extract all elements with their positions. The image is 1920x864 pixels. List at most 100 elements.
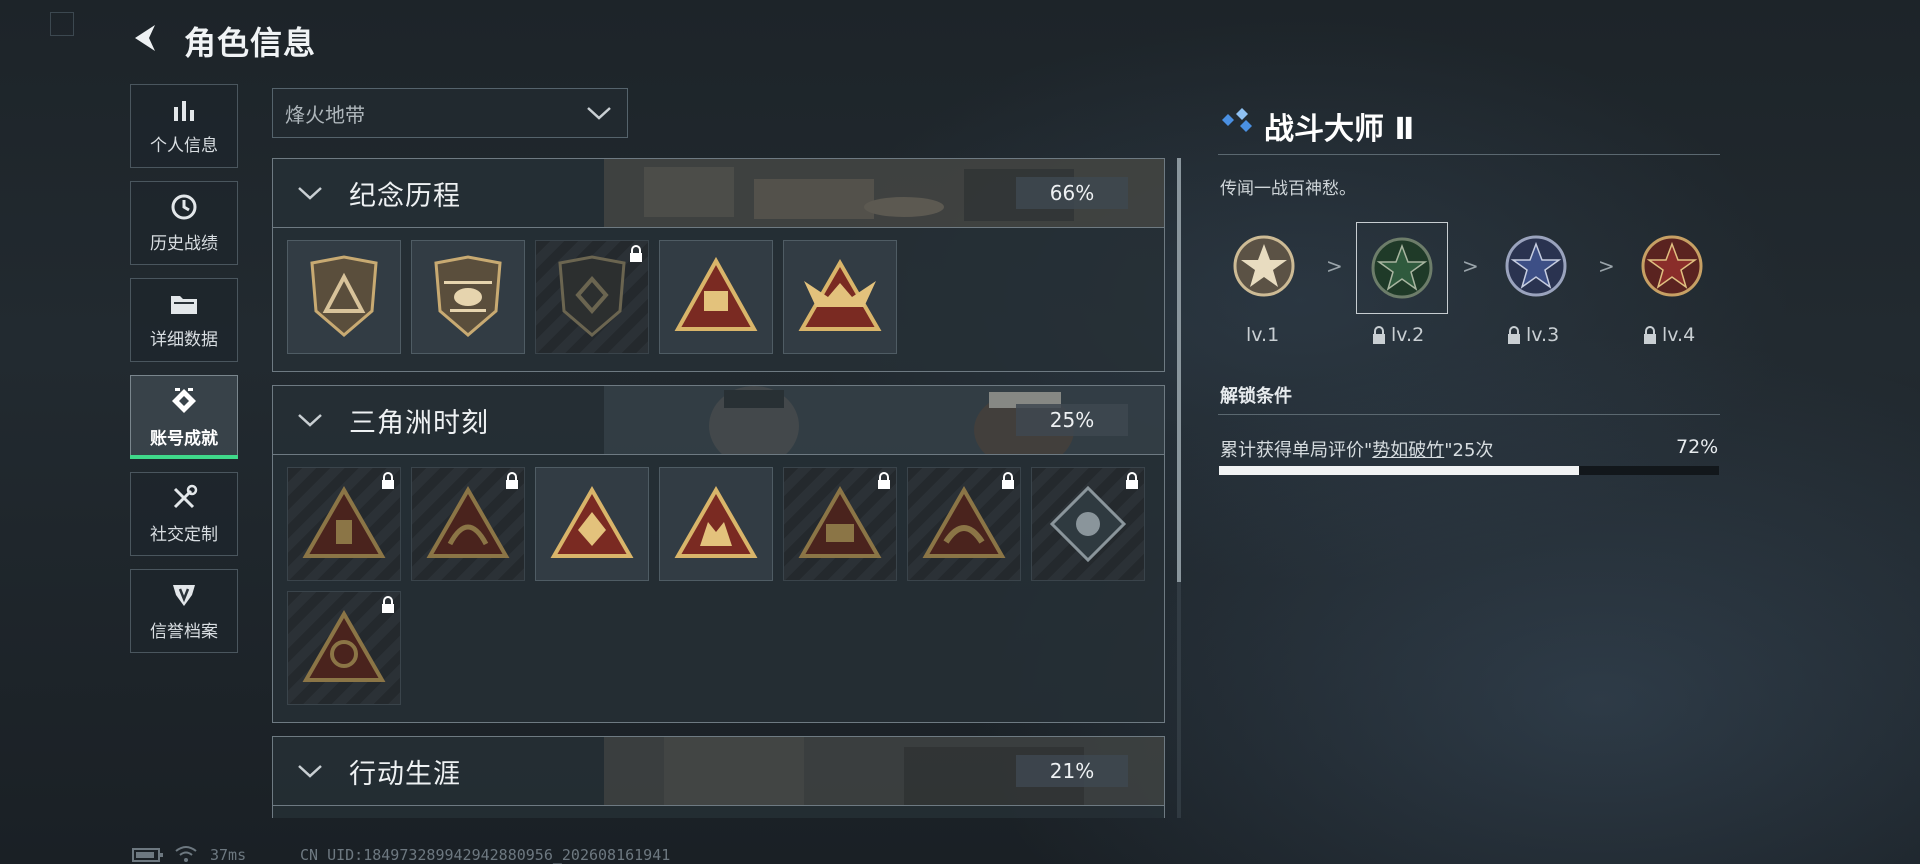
star-medal-icon (1505, 235, 1567, 297)
section-progress: 25% (1016, 404, 1128, 436)
section-header[interactable]: 纪念历程 66% (273, 159, 1164, 228)
tools-icon (173, 484, 198, 508)
condition-highlight: 势如破竹 (1372, 440, 1445, 461)
badge-grid (273, 228, 1164, 366)
achievement-title: 战斗大师 Ⅱ (1264, 112, 1415, 147)
collapse-chevron-icon (298, 414, 322, 427)
divider (1218, 154, 1720, 155)
triangle-badge-icon (674, 257, 758, 331)
sidebar-item-label: 个人信息 (150, 135, 218, 156)
star-medal-icon (1371, 237, 1433, 299)
level-label: lv.3 (1506, 324, 1559, 346)
back-arrow-icon (135, 25, 155, 51)
folder-icon (171, 295, 197, 314)
level-label-text: lv.2 (1391, 324, 1425, 346)
level-label: lv.1 (1246, 324, 1279, 346)
section-title: 三角洲时刻 (349, 407, 489, 439)
level-label: lv.2 (1371, 324, 1424, 346)
mode-dropdown[interactable]: 烽火地带 (272, 88, 628, 138)
badge-item[interactable] (287, 591, 401, 705)
lock-icon (382, 472, 394, 489)
level-medal-3[interactable] (1490, 220, 1582, 312)
achievement-section: 纪念历程 66% (272, 158, 1165, 372)
lock-icon (630, 245, 642, 262)
badge-item[interactable] (659, 467, 773, 581)
clock-icon (171, 194, 197, 219)
achievement-description: 传闻一战百神愁。 (1220, 179, 1356, 199)
badge-item[interactable] (659, 240, 773, 354)
sidebar-item-history[interactable]: 历史战绩 (130, 181, 238, 265)
diamond-cluster-icon (1222, 108, 1252, 132)
lock-icon (1126, 472, 1138, 489)
wifi-icon (175, 846, 197, 862)
badge-grid (273, 455, 1164, 717)
triangle-badge-icon (674, 485, 758, 558)
collapse-chevron-icon (298, 765, 322, 778)
badge-item[interactable] (783, 467, 897, 581)
section-header[interactable]: 行动生涯 21% (273, 737, 1164, 806)
uid-text: CN UID:1849732899429428809​56_2026081619… (300, 846, 671, 864)
level-label-text: lv.1 (1246, 324, 1280, 346)
level-arrow: > (1598, 254, 1615, 278)
lock-icon (382, 596, 394, 613)
level-medal-2[interactable] (1356, 222, 1448, 314)
sidebar-item-label: 历史战绩 (150, 233, 218, 254)
lock-icon (878, 472, 890, 489)
sidebar-item-profile[interactable]: 个人信息 (130, 84, 238, 168)
chevron-down-icon (587, 107, 611, 120)
badge-item[interactable] (411, 467, 525, 581)
triangle-badge-icon (426, 485, 510, 558)
badge-item[interactable] (287, 240, 401, 354)
section-title: 纪念历程 (349, 180, 461, 212)
corner-marker (50, 12, 74, 36)
divider (1218, 414, 1720, 415)
scrollbar-thumb[interactable] (1177, 158, 1181, 582)
mode-dropdown-value: 烽火地带 (285, 102, 365, 127)
badge-item[interactable] (411, 240, 525, 354)
section-progress: 66% (1016, 177, 1128, 209)
ping-text: 37ms (210, 846, 247, 864)
level-arrow: > (1462, 254, 1479, 278)
unlock-condition-text: 累计获得单局评价"势如破竹"25次 (1220, 436, 1493, 462)
triangle-badge-icon (798, 485, 882, 558)
page-title: 角色信息 (184, 24, 317, 62)
achievement-section: 三角洲时刻 25% (272, 385, 1165, 723)
sidebar-item-details[interactable]: 详细数据 (130, 278, 238, 362)
condition-prefix: 累计获得单局评价" (1220, 440, 1373, 461)
badge-item[interactable] (535, 240, 649, 354)
triangle-badge-icon (922, 485, 1006, 558)
star-medal-icon (1641, 235, 1703, 297)
level-medal-4[interactable] (1626, 220, 1718, 312)
badge-item[interactable] (907, 467, 1021, 581)
sidebar-item-social[interactable]: 社交定制 (130, 472, 238, 556)
triangle-badge-icon (302, 609, 386, 682)
sidebar-item-label: 账号成就 (150, 428, 218, 449)
bar-chart-icon (174, 100, 194, 121)
sidebar-item-label: 详细数据 (150, 329, 218, 350)
sidebar-item-credit[interactable]: 信誉档案 (130, 569, 238, 653)
badge-item[interactable] (287, 467, 401, 581)
badge-item[interactable] (783, 240, 897, 354)
eagle-badge-icon (798, 258, 882, 331)
lock-icon (1002, 472, 1014, 489)
condition-progress-percent: 72% (1676, 436, 1719, 458)
helicopter-badge-icon (434, 255, 502, 337)
triangle-badge-icon (302, 485, 386, 558)
level-medal-1[interactable] (1218, 220, 1310, 312)
sidebar-item-label: 信誉档案 (150, 621, 218, 642)
lock-icon (1373, 326, 1385, 344)
condition-suffix: "25次 (1444, 440, 1494, 461)
level-arrow: > (1326, 254, 1343, 278)
badge-item[interactable] (1031, 467, 1145, 581)
section-title: 行动生涯 (349, 758, 461, 790)
active-indicator (130, 455, 238, 459)
diamond-badge-icon (1049, 485, 1127, 563)
back-button[interactable] (126, 18, 166, 58)
shield-icon (173, 584, 195, 606)
section-header[interactable]: 三角洲时刻 25% (273, 386, 1164, 455)
lock-icon (1644, 326, 1656, 344)
star-medal-icon (1233, 235, 1295, 297)
badge-item[interactable] (535, 467, 649, 581)
condition-progress-fill (1219, 466, 1579, 475)
sidebar-item-achievements[interactable]: 账号成就 (130, 375, 238, 459)
